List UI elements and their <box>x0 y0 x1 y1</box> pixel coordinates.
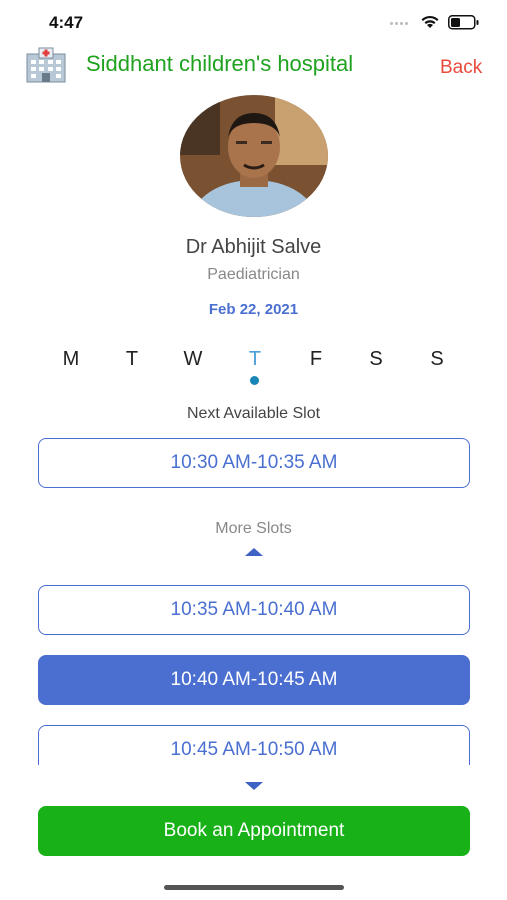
doctor-specialty: Paediatrician <box>207 266 300 283</box>
scroll-down-arrow-icon[interactable] <box>245 782 263 790</box>
header: Siddhant children's hospital Back <box>0 44 507 90</box>
more-slots-label: More Slots <box>215 520 292 537</box>
next-available-slot[interactable]: 10:30 AM-10:35 AM <box>38 438 470 488</box>
next-available-label: Next Available Slot <box>186 405 321 422</box>
back-button[interactable]: Back <box>440 57 482 79</box>
week-day-selector: M T W T F S S <box>0 348 507 388</box>
signal-dots-icon <box>390 22 412 26</box>
scroll-up-arrow-icon[interactable] <box>245 548 263 556</box>
more-slots-list[interactable]: 10:35 AM-10:40 AM 10:40 AM-10:45 AM 10:4… <box>0 580 507 765</box>
wifi-icon <box>421 15 439 28</box>
slot-option[interactable]: 10:45 AM-10:50 AM <box>38 725 470 765</box>
status-bar: 4:47 <box>0 0 507 44</box>
book-appointment-button[interactable]: Book an Appointment <box>38 806 470 856</box>
hospital-icon <box>26 47 66 83</box>
day-tuesday[interactable]: T <box>117 348 147 371</box>
day-monday[interactable]: M <box>56 348 86 371</box>
home-indicator <box>164 885 344 890</box>
slot-option-selected[interactable]: 10:40 AM-10:45 AM <box>38 655 470 705</box>
hospital-name: Siddhant children's hospital <box>86 51 354 76</box>
day-friday[interactable]: F <box>301 348 331 371</box>
status-time: 4:47 <box>49 13 84 32</box>
day-wednesday[interactable]: W <box>178 348 208 371</box>
slot-option[interactable]: 10:35 AM-10:40 AM <box>38 585 470 635</box>
doctor-name: Dr Abhijit Salve <box>185 236 322 258</box>
day-saturday[interactable]: S <box>361 348 391 371</box>
selected-day-indicator <box>250 376 259 385</box>
doctor-avatar <box>180 95 328 217</box>
day-thursday[interactable]: T <box>240 348 270 371</box>
battery-icon <box>448 15 479 30</box>
day-sunday[interactable]: S <box>422 348 452 371</box>
selected-date: Feb 22, 2021 <box>208 301 299 318</box>
